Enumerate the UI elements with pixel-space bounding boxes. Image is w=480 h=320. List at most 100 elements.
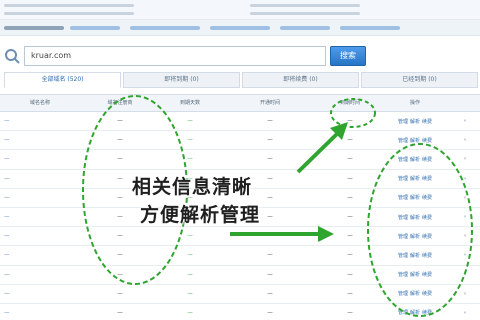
open-date-cell: — <box>267 156 273 163</box>
more-actions-button[interactable]: » <box>450 310 480 316</box>
manage-link[interactable]: 管理 <box>398 309 408 316</box>
more-actions-button[interactable]: » <box>450 252 480 258</box>
domain-link[interactable]: — <box>0 252 80 258</box>
domain-manager-page: kruar.com 搜索 全部域名 (520) 即将到期 (0) 即将续费 (0… <box>0 0 480 320</box>
more-actions-button[interactable]: » <box>450 214 480 220</box>
table-row: — — — — — 管理 解析 续费» <box>0 131 480 151</box>
table-row: — — — — — 管理 解析 续费» <box>0 285 480 304</box>
domain-link[interactable]: — <box>0 195 80 201</box>
search-input[interactable]: kruar.com <box>24 46 326 66</box>
help-link[interactable] <box>280 26 330 30</box>
days-remaining-cell: — <box>187 233 193 240</box>
domain-link[interactable]: — <box>0 214 80 220</box>
manage-link[interactable]: 管理 <box>398 214 408 221</box>
dns-resolve-link[interactable]: 解析 <box>410 156 420 163</box>
open-date-cell: — <box>267 252 273 259</box>
manage-link[interactable]: 管理 <box>398 252 408 259</box>
renew-link[interactable]: 续费 <box>422 137 432 144</box>
renew-link[interactable]: 续费 <box>422 290 432 297</box>
help-label <box>4 26 64 30</box>
dns-resolve-link[interactable]: 解析 <box>410 214 420 221</box>
renew-link[interactable]: 续费 <box>422 271 432 278</box>
manage-link[interactable]: 管理 <box>398 175 408 182</box>
more-actions-button[interactable]: » <box>450 118 480 124</box>
domain-link[interactable]: — <box>0 176 80 182</box>
manage-link[interactable]: 管理 <box>398 137 408 144</box>
expire-date-cell: — <box>347 233 353 240</box>
renew-link[interactable]: 续费 <box>422 233 432 240</box>
column-header <box>450 95 480 111</box>
days-remaining-cell: — <box>187 309 193 316</box>
more-actions-button[interactable]: » <box>450 233 480 239</box>
column-header: 到期时间 <box>339 100 360 106</box>
search-row: kruar.com 搜索 <box>0 42 480 70</box>
days-remaining-cell: — <box>187 290 193 297</box>
dns-resolve-link[interactable]: 解析 <box>410 309 420 316</box>
renew-link[interactable]: 续费 <box>422 309 432 316</box>
column-header: 开通时间 <box>259 100 280 106</box>
more-actions-button[interactable]: » <box>450 176 480 182</box>
table-row: — — — — — 管理 解析 续费» <box>0 112 480 132</box>
row-actions: 管理 解析 续费 <box>380 214 450 221</box>
registrar-cell: — <box>117 271 123 278</box>
table-row: — — — — — 管理 解析 续费» <box>0 150 480 170</box>
help-link[interactable] <box>70 26 120 30</box>
manage-link[interactable]: 管理 <box>398 194 408 201</box>
open-date-cell: — <box>267 233 273 240</box>
row-actions: 管理 解析 续费 <box>380 271 450 278</box>
registrar-cell: — <box>117 290 123 297</box>
dns-resolve-link[interactable]: 解析 <box>410 118 420 125</box>
manage-link[interactable]: 管理 <box>398 290 408 297</box>
domain-link[interactable]: — <box>0 137 80 143</box>
domain-link[interactable]: — <box>0 310 80 316</box>
more-actions-button[interactable]: » <box>450 137 480 143</box>
domain-link[interactable]: — <box>0 233 80 239</box>
domain-link[interactable]: — <box>0 156 80 162</box>
help-link[interactable] <box>210 26 270 30</box>
expire-date-cell: — <box>347 252 353 259</box>
renew-link[interactable]: 续费 <box>422 175 432 182</box>
dns-resolve-link[interactable]: 解析 <box>410 137 420 144</box>
manage-link[interactable]: 管理 <box>398 271 408 278</box>
row-actions: 管理 解析 续费 <box>380 156 450 163</box>
tab-renewal[interactable]: 即将续费 (0) <box>242 72 359 88</box>
tab-expiring[interactable]: 即将到期 (0) <box>123 72 240 88</box>
more-actions-button[interactable]: » <box>450 272 480 278</box>
callout-line-1: 相关信息清晰 <box>132 176 253 198</box>
manage-link[interactable]: 管理 <box>398 233 408 240</box>
more-actions-button[interactable]: » <box>450 195 480 201</box>
dns-resolve-link[interactable]: 解析 <box>410 252 420 259</box>
dns-resolve-link[interactable]: 解析 <box>410 194 420 201</box>
more-actions-button[interactable]: » <box>450 291 480 297</box>
manage-link[interactable]: 管理 <box>398 156 408 163</box>
open-date-cell: — <box>267 118 273 125</box>
dns-resolve-link[interactable]: 解析 <box>410 290 420 297</box>
tab-expired[interactable]: 已经到期 (0) <box>361 72 478 88</box>
renew-link[interactable]: 续费 <box>422 118 432 125</box>
renew-link[interactable]: 续费 <box>422 156 432 163</box>
open-date-cell: — <box>267 271 273 278</box>
days-remaining-cell: — <box>187 252 193 259</box>
dns-resolve-link[interactable]: 解析 <box>410 233 420 240</box>
manage-link[interactable]: 管理 <box>398 118 408 125</box>
row-actions: 管理 解析 续费 <box>380 175 450 182</box>
more-actions-button[interactable]: » <box>450 156 480 162</box>
search-button[interactable]: 搜索 <box>330 46 366 66</box>
domain-link[interactable]: — <box>0 272 80 278</box>
help-link[interactable] <box>130 26 200 30</box>
row-actions: 管理 解析 续费 <box>380 194 450 201</box>
column-header: 到期天数 <box>179 100 200 106</box>
domain-link[interactable]: — <box>0 118 80 124</box>
renew-link[interactable]: 续费 <box>422 252 432 259</box>
domain-tabs: 全部域名 (520) 即将到期 (0) 即将续费 (0) 已经到期 (0) <box>4 72 478 88</box>
help-link[interactable] <box>340 26 400 30</box>
dns-resolve-link[interactable]: 解析 <box>410 175 420 182</box>
registrar-cell: — <box>117 118 123 125</box>
renew-link[interactable]: 续费 <box>422 194 432 201</box>
tab-all-domains[interactable]: 全部域名 (520) <box>4 72 121 88</box>
renew-link[interactable]: 续费 <box>422 214 432 221</box>
days-remaining-cell: — <box>187 137 193 144</box>
domain-link[interactable]: — <box>0 291 80 297</box>
column-header: 域名注册商 <box>107 100 133 106</box>
dns-resolve-link[interactable]: 解析 <box>410 271 420 278</box>
